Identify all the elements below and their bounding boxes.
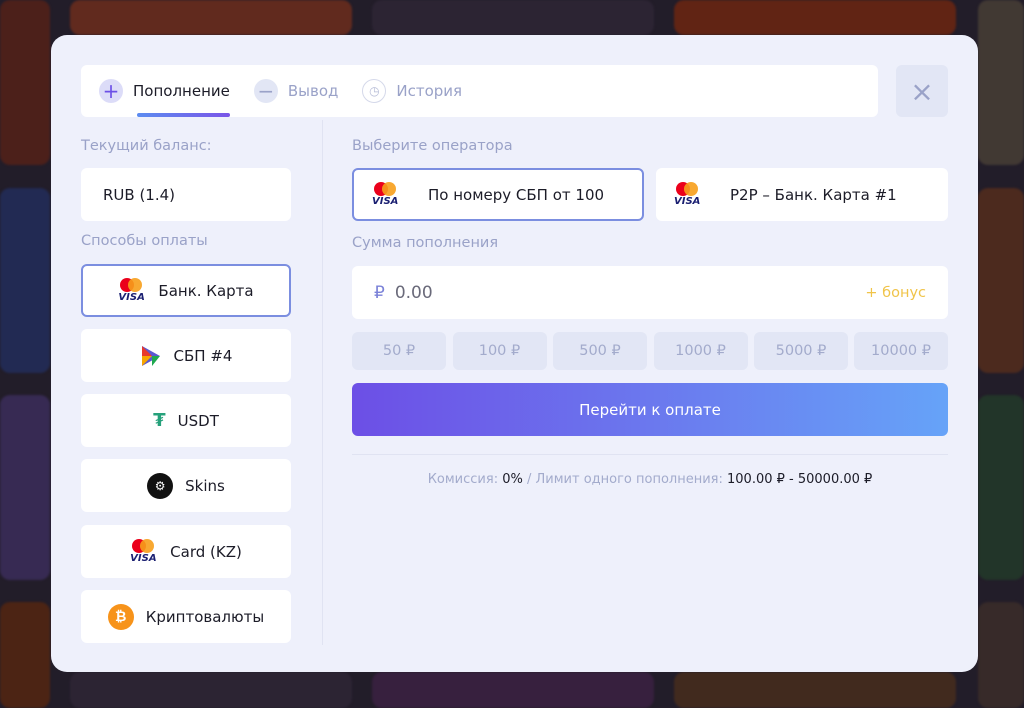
method-sbp[interactable]: СБП #4 <box>81 329 291 382</box>
ruble-icon: ₽ <box>374 282 385 303</box>
tab-label: Пополнение <box>133 82 230 100</box>
tab-label: История <box>396 82 463 100</box>
separator <box>352 454 948 455</box>
amount-label: Сумма пополнения <box>352 235 499 251</box>
balance-value: RUB (1.4) <box>81 168 291 221</box>
mastercard-visa-icon: VISA <box>118 277 146 304</box>
method-skins[interactable]: ⚙ Skins <box>81 459 291 512</box>
quick-amount-50[interactable]: 50 ₽ <box>352 332 446 370</box>
info-separator: / <box>526 472 532 487</box>
method-label: СБП #4 <box>173 346 233 365</box>
pay-button[interactable]: Перейти к оплате <box>352 383 948 436</box>
minus-icon: − <box>253 79 278 103</box>
limits-info: Комиссия: 0% / Лимит одного пополнения: … <box>352 472 948 487</box>
operator-p2p[interactable]: VISA P2P – Банк. Карта #1 <box>656 168 948 221</box>
mastercard-visa-icon: VISA <box>130 538 158 565</box>
tab-deposit[interactable]: + Пополнение <box>99 65 230 117</box>
tab-history[interactable]: ◷ История <box>362 65 462 117</box>
operator-name: По номеру СБП от 100 <box>428 185 605 204</box>
quick-amount-10000[interactable]: 10000 ₽ <box>854 332 948 370</box>
bonus-link[interactable]: + бонус <box>865 285 926 301</box>
method-label: Криптовалюты <box>145 607 265 626</box>
balance-label: Текущий баланс: <box>81 138 212 154</box>
close-button[interactable]: × <box>896 65 948 117</box>
quick-amount-100[interactable]: 100 ₽ <box>452 332 547 370</box>
tether-icon: ₮ <box>153 410 166 431</box>
tab-withdraw[interactable]: − Вывод <box>253 65 339 117</box>
steam-icon: ⚙ <box>147 472 174 499</box>
mastercard-visa-icon: VISA <box>674 181 702 208</box>
method-crypto[interactable]: ₿ Криптовалюты <box>81 590 291 643</box>
clock-icon: ◷ <box>362 79 387 103</box>
deposit-modal: + Пополнение − Вывод ◷ История × Текущий… <box>51 35 978 672</box>
commission-label: Комиссия: <box>427 472 499 487</box>
limit-value: 100.00 ₽ - 50000.00 ₽ <box>727 472 873 487</box>
limit-label: Лимит одного пополнения: <box>535 472 723 487</box>
quick-amount-5000[interactable]: 5000 ₽ <box>754 332 848 370</box>
method-bank-card[interactable]: VISA Банк. Карта <box>81 264 291 317</box>
operator-name: P2P – Банк. Карта #1 <box>730 185 897 204</box>
method-usdt[interactable]: ₮ USDT <box>81 394 291 447</box>
method-card-kz[interactable]: VISA Card (KZ) <box>81 525 291 578</box>
methods-label: Способы оплаты <box>81 233 208 249</box>
plus-icon: + <box>99 79 123 103</box>
mastercard-visa-icon: VISA <box>372 181 400 208</box>
column-divider <box>322 120 323 645</box>
tab-label: Вывод <box>287 82 339 100</box>
commission-value: 0% <box>502 472 523 487</box>
method-label: Банк. Карта <box>158 281 254 300</box>
amount-placeholder: 0.00 <box>394 282 433 303</box>
operator-sbp[interactable]: VISA По номеру СБП от 100 <box>352 168 644 221</box>
close-icon: × <box>910 74 934 108</box>
sbp-icon <box>141 345 160 366</box>
bitcoin-icon: ₿ <box>107 603 134 630</box>
tab-bar: + Пополнение − Вывод ◷ История <box>81 65 878 117</box>
quick-amount-1000[interactable]: 1000 ₽ <box>653 332 748 370</box>
amount-input[interactable]: ₽ 0.00 + бонус <box>352 266 948 319</box>
operator-label: Выберите оператора <box>352 138 513 154</box>
quick-amount-500[interactable]: 500 ₽ <box>553 332 647 370</box>
method-label: Card (KZ) <box>170 542 242 561</box>
method-label: USDT <box>177 411 219 430</box>
method-label: Skins <box>185 476 225 495</box>
